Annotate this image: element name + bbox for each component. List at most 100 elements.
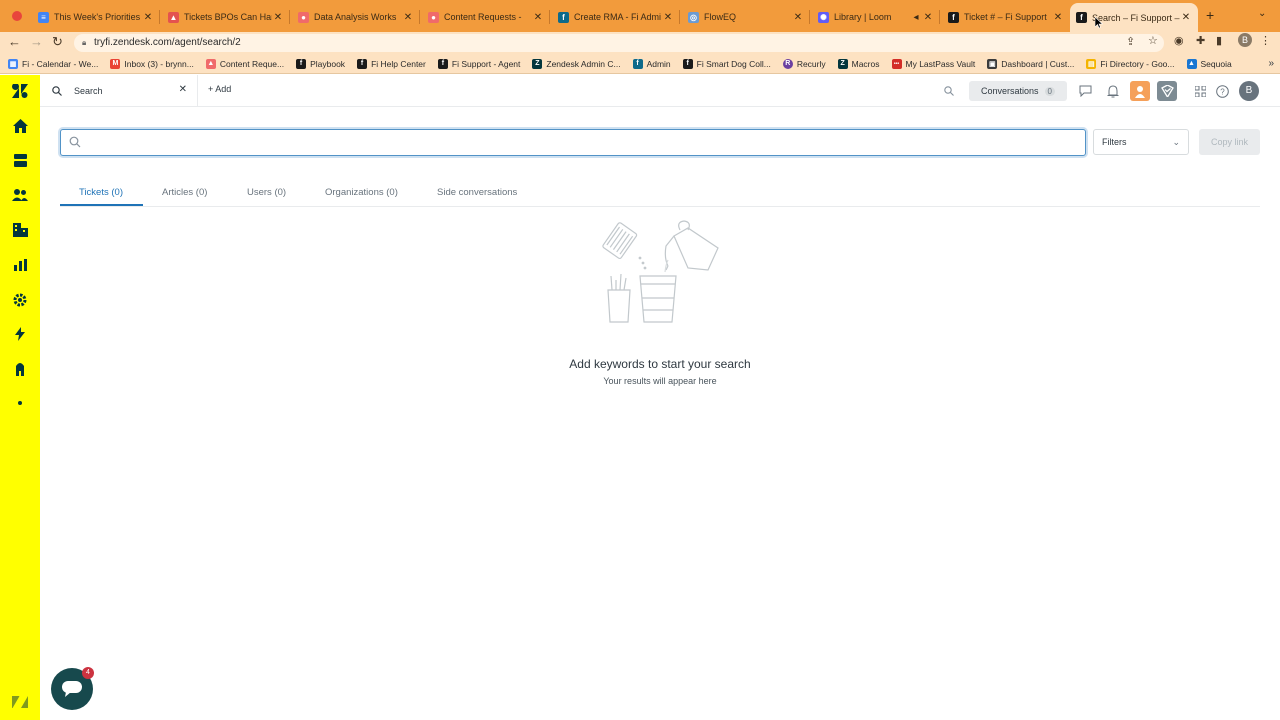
tab-audio-icon[interactable]: ◂ xyxy=(910,12,922,23)
lastpass-icon: ••• xyxy=(891,58,902,69)
url-bar[interactable]: 🔒︎ tryfi.zendesk.com/agent/search/2 xyxy=(74,34,1164,52)
browser-tab-active[interactable]: f Search – Fi Support – ✕ xyxy=(1070,3,1198,32)
browser-tab[interactable]: ▲ Tickets BPOs Can Han ✕ xyxy=(162,4,290,30)
tab-close-icon[interactable]: ✕ xyxy=(402,12,414,23)
app-person-icon[interactable] xyxy=(1130,81,1150,101)
share-icon[interactable]: ⇪ xyxy=(1126,35,1135,48)
new-tab-icon[interactable]: + xyxy=(1206,7,1214,23)
window-close-dot[interactable] xyxy=(12,11,22,21)
tab-side-conversations[interactable]: Side conversations xyxy=(437,187,517,198)
extension-icon[interactable]: ◉ xyxy=(1174,34,1184,47)
browser-tab[interactable]: ◎ FlowEQ ✕ xyxy=(682,4,810,30)
settings-gear-icon[interactable] xyxy=(11,291,29,309)
search-input[interactable] xyxy=(83,134,1073,152)
browser-tab-title: Search – Fi Support – xyxy=(1092,12,1180,23)
bookmark[interactable]: Z Macros xyxy=(837,58,880,69)
notification-bell-icon[interactable] xyxy=(1104,82,1122,100)
docs-icon: ≡ xyxy=(38,11,49,23)
bookmark[interactable]: f Fi Smart Dog Coll... xyxy=(682,58,771,69)
app-shield-icon[interactable] xyxy=(1157,81,1177,101)
tab-close-icon[interactable]: ✕ xyxy=(1052,12,1064,23)
bookmark[interactable]: ▲ Sequoia xyxy=(1186,58,1232,69)
tab-search-chevron-icon[interactable]: ⌄ xyxy=(1258,8,1266,19)
organizations-icon[interactable] xyxy=(11,221,29,239)
lightning-icon[interactable] xyxy=(11,325,29,343)
app-plugin-icon[interactable] xyxy=(11,360,29,378)
forward-icon[interactable]: → xyxy=(30,34,43,49)
zendesk-icon: Z xyxy=(532,58,543,69)
tab-close-icon[interactable]: ✕ xyxy=(1180,12,1192,23)
close-icon[interactable]: ✕ xyxy=(179,84,187,95)
left-nav xyxy=(0,75,40,720)
bookmark[interactable]: ▤ Fi Directory - Goo... xyxy=(1086,58,1175,69)
bookmark[interactable]: f Fi Help Center xyxy=(357,58,426,69)
bookmark[interactable]: ▦ Fi - Calendar - We... xyxy=(8,58,98,69)
filters-dropdown[interactable]: Filters ⌄ xyxy=(1093,129,1189,155)
tab-tickets[interactable]: Tickets (0) xyxy=(79,187,123,198)
bookmarks-overflow-icon[interactable]: » xyxy=(1268,58,1274,69)
bookmark[interactable]: f Fi Support - Agent xyxy=(437,58,520,69)
fi-icon: f xyxy=(437,58,448,69)
browser-tab[interactable]: ✺ Library | Loom ◂ ✕ xyxy=(812,4,940,30)
browser-tab[interactable]: f Ticket # – Fi Support ✕ xyxy=(942,4,1070,30)
product-tray-icon[interactable] xyxy=(1191,82,1209,100)
browser-tab[interactable]: ≡ This Week's Priorities ✕ xyxy=(32,4,160,30)
puzzle-icon[interactable]: ✚ xyxy=(1196,34,1205,47)
folder-icon: ▤ xyxy=(1086,58,1097,69)
bookmarks-bar: ▦ Fi - Calendar - We... M Inbox (3) - bryn… xyxy=(0,54,1280,74)
bookmark[interactable]: ▲ Content Reque... xyxy=(205,58,284,69)
dashboard-icon: ▣ xyxy=(987,58,998,69)
search-field[interactable] xyxy=(60,129,1086,156)
zendesk-logo-icon[interactable] xyxy=(11,82,29,100)
search-icon[interactable] xyxy=(940,82,958,100)
bookmark[interactable]: ▣ Dashboard | Cust... xyxy=(987,58,1074,69)
customers-icon[interactable] xyxy=(11,186,29,204)
browser-tab[interactable]: ● Content Requests - ✕ xyxy=(422,4,550,30)
browser-tab[interactable]: ● Data Analysis Works ✕ xyxy=(292,4,420,30)
fi-icon: f xyxy=(296,58,307,69)
asana-icon: ▲ xyxy=(205,58,216,69)
mouse-cursor-icon xyxy=(1095,17,1103,29)
add-tab-button[interactable]: + Add xyxy=(208,84,231,94)
bookmark[interactable]: f Admin xyxy=(632,58,671,69)
home-icon[interactable] xyxy=(11,117,29,135)
url-text: tryfi.zendesk.com/agent/search/2 xyxy=(94,37,241,48)
status-dot-icon[interactable] xyxy=(11,394,29,412)
copy-link-button[interactable]: Copy link xyxy=(1199,129,1260,155)
bookmark-label: Fi Directory - Goo... xyxy=(1100,58,1175,69)
tab-articles[interactable]: Articles (0) xyxy=(162,187,207,198)
bookmark-label: Zendesk Admin C... xyxy=(546,58,621,69)
conversations-button[interactable]: Conversations 0 xyxy=(969,81,1067,101)
help-icon[interactable]: ? xyxy=(1213,82,1231,100)
tab-close-icon[interactable]: ✕ xyxy=(532,12,544,23)
menu-icon[interactable]: ⋮ xyxy=(1260,34,1271,47)
bookmark[interactable]: Z Zendesk Admin C... xyxy=(532,58,621,69)
tab-organizations[interactable]: Organizations (0) xyxy=(325,187,398,198)
bookmark[interactable]: R Recurly xyxy=(782,58,826,69)
tab-users[interactable]: Users (0) xyxy=(247,187,286,198)
tab-close-icon[interactable]: ✕ xyxy=(142,12,154,23)
agent-top-bar: Search ✕ + Add Conversations 0 ? B xyxy=(40,75,1280,107)
bookmark[interactable]: f Playbook xyxy=(296,58,345,69)
back-icon[interactable]: ← xyxy=(8,34,21,49)
reporting-icon[interactable] xyxy=(11,256,29,274)
bookmark[interactable]: ••• My LastPass Vault xyxy=(891,58,975,69)
browser-tab-title: Create RMA - Fi Admi xyxy=(574,12,662,22)
tab-close-icon[interactable]: ✕ xyxy=(792,12,804,23)
browser-tab-strip: ≡ This Week's Priorities ✕ ▲ Tickets BPO… xyxy=(0,0,1280,32)
chat-icon xyxy=(62,681,82,697)
tab-close-icon[interactable]: ✕ xyxy=(922,12,934,23)
tab-close-icon[interactable]: ✕ xyxy=(662,12,674,23)
search-workspace-tab[interactable]: Search ✕ xyxy=(40,75,198,106)
browser-tab[interactable]: f Create RMA - Fi Admi ✕ xyxy=(552,4,680,30)
browser-profile-avatar[interactable]: B xyxy=(1238,33,1252,47)
views-icon[interactable] xyxy=(11,151,29,169)
asana-icon: ● xyxy=(298,11,309,23)
sidepanel-icon[interactable]: ▮ xyxy=(1216,34,1222,47)
avatar[interactable]: B xyxy=(1239,81,1259,101)
bookmark[interactable]: M Inbox (3) - brynn... xyxy=(110,58,194,69)
star-icon[interactable]: ☆ xyxy=(1148,34,1158,47)
chat-bubble-icon[interactable] xyxy=(1076,82,1094,100)
reload-icon[interactable]: ↻ xyxy=(52,34,63,50)
tab-close-icon[interactable]: ✕ xyxy=(272,12,284,23)
